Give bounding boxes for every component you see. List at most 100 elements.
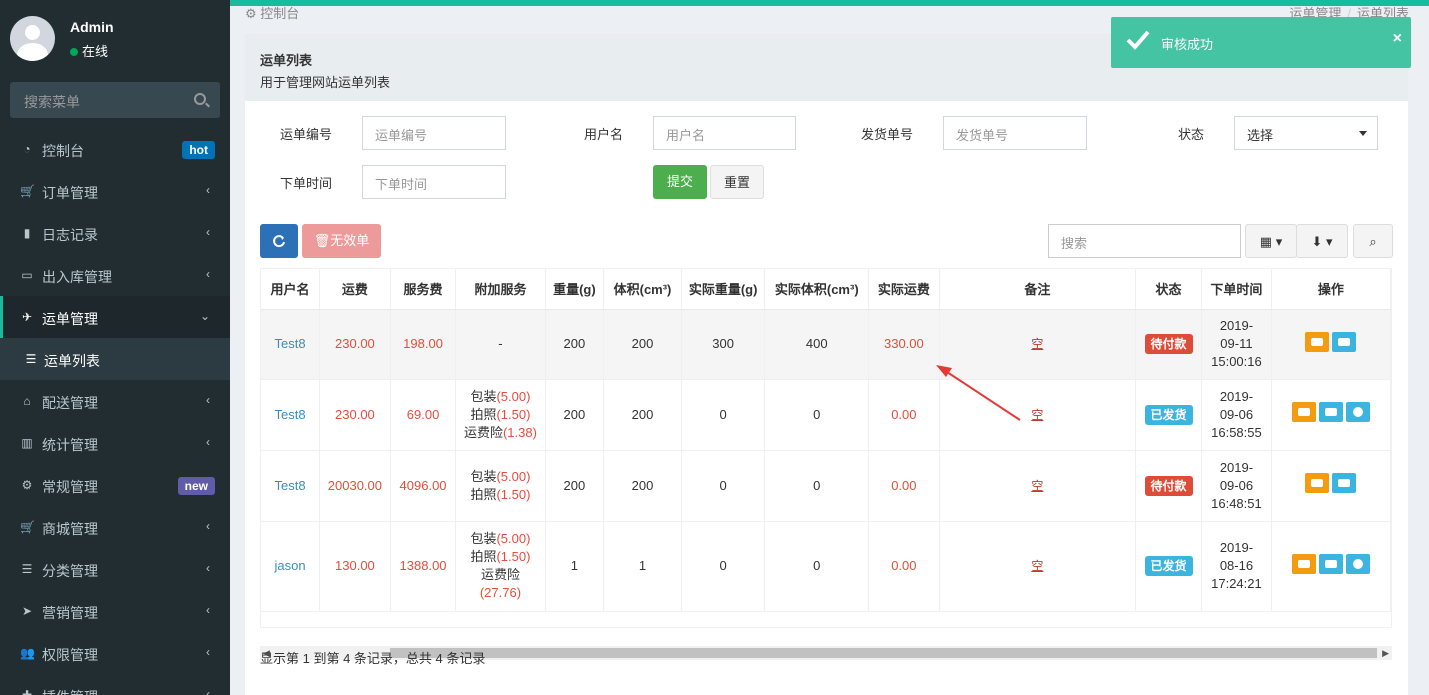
table-row: Test8 20030.00 4096.00 包装(5.00) 拍照(1.50) 200 2… xyxy=(261,450,1391,522)
search-toggle-button[interactable]: ⌕ xyxy=(1353,224,1393,258)
scroll-right-icon[interactable]: ▶ xyxy=(1382,648,1389,659)
comment-icon xyxy=(1311,479,1324,487)
sidebar-item[interactable]: ➤ 营销管理 ‹ xyxy=(0,590,230,632)
sidebar-item-label: 配送管理 xyxy=(42,395,98,411)
remark-editable[interactable]: 空 xyxy=(1031,559,1043,573)
extra-service-line: 包装(5.00) xyxy=(456,530,544,548)
freight-value: 20030.00 xyxy=(327,477,383,493)
column-header[interactable]: 用户名 xyxy=(261,269,321,310)
truck-action-button[interactable] xyxy=(1332,473,1357,493)
refresh-action-button[interactable] xyxy=(1345,553,1370,574)
service-fee-value: 4096.00 xyxy=(399,477,447,493)
username-link[interactable]: Test8 xyxy=(275,336,306,351)
cogs-icon: ⚙ xyxy=(21,478,33,492)
sidebar-item[interactable]: ▭ 出入库管理 ‹ xyxy=(0,254,230,296)
username-link[interactable]: jason xyxy=(275,558,306,573)
extra-service-line: 拍照(1.50) xyxy=(456,486,544,504)
column-header[interactable]: 状态 xyxy=(1135,269,1203,310)
extra-service-name: 包装 xyxy=(470,531,497,546)
order-time-input[interactable]: 下单时间 xyxy=(362,165,506,199)
real-volume-value: 0 xyxy=(813,558,821,573)
column-header[interactable]: 附加服务 xyxy=(455,269,546,310)
username-link[interactable]: Test8 xyxy=(275,407,306,422)
submit-button[interactable]: 提交 xyxy=(653,165,707,199)
freight-value: 230.00 xyxy=(335,336,375,351)
ship-no-label: 发货单号 xyxy=(861,127,914,142)
comment-action-button[interactable] xyxy=(1305,331,1330,352)
status-badge: 待付款 xyxy=(1144,475,1193,496)
dashboard-icon: ⚙ xyxy=(245,6,257,21)
sidebar-item[interactable]: ✈ 运单管理 ⌄ xyxy=(0,296,230,338)
column-header[interactable]: 体积(cm³) xyxy=(603,269,682,310)
column-header[interactable]: 操作 xyxy=(1271,269,1391,310)
comment-action-button[interactable] xyxy=(1291,553,1316,574)
comment-action-button[interactable] xyxy=(1291,402,1316,422)
user-name: Admin xyxy=(70,19,114,35)
reset-button[interactable]: 重置 xyxy=(710,165,764,199)
sidebar-item[interactable]: 🛒 订单管理 ‹ xyxy=(0,170,230,212)
extra-service-line: - xyxy=(456,335,544,353)
table-search-input[interactable]: 搜索 xyxy=(1048,224,1241,258)
column-header[interactable]: 运费 xyxy=(319,269,391,310)
sidebar-item[interactable]: ▮ 日志记录 ‹ xyxy=(0,212,230,254)
sidebar-item[interactable]: 👥 权限管理 ‹ xyxy=(0,632,230,674)
columns-toggle-button[interactable]: ▦ ▾ xyxy=(1245,224,1297,258)
invalid-order-button[interactable]: 🗑无效单 xyxy=(302,224,381,258)
waybill-panel: 运单列表 用于管理网站运单列表 运单编号 运单编号 用户名 用户名 发货单号 发… xyxy=(245,34,1408,695)
waybill-no-input[interactable]: 运单编号 xyxy=(362,116,506,150)
extra-service-name: 包装 xyxy=(470,388,497,404)
truck-action-button[interactable] xyxy=(1318,553,1343,574)
sidebar-item-label: 权限管理 xyxy=(42,647,98,663)
column-header[interactable]: 实际重量(g) xyxy=(681,269,766,310)
remark-editable[interactable]: 空 xyxy=(1031,337,1043,351)
column-header[interactable]: 实际运费 xyxy=(868,269,940,310)
sidebar-item[interactable]: ▥ 统计管理 ‹ xyxy=(0,422,230,464)
refresh-action-button[interactable] xyxy=(1345,402,1370,422)
chevron-left-icon: ‹ xyxy=(206,435,210,449)
weight-value: 1 xyxy=(570,558,578,573)
remark-editable[interactable]: 空 xyxy=(1031,479,1043,493)
avatar[interactable] xyxy=(10,16,55,61)
comment-action-button[interactable] xyxy=(1305,473,1330,493)
waybill-table: 用户名 运费 服务费 附加服务 重量(g) 体积(cm³) 实际重量(g) 实际体积(cm³)… xyxy=(260,268,1392,628)
truck-action-button[interactable] xyxy=(1332,331,1357,352)
service-fee-value: 69.00 xyxy=(406,406,440,422)
column-header[interactable]: 备注 xyxy=(939,269,1136,310)
user-status: 在线 xyxy=(70,41,108,60)
export-button[interactable]: ⬇ ▾ xyxy=(1296,224,1348,258)
sidebar-item[interactable]: ✚ 插件管理 ‹ xyxy=(0,674,230,695)
scrollbar-thumb[interactable] xyxy=(390,648,1377,658)
truck-icon xyxy=(1338,479,1351,487)
extra-service-line: (27.76) xyxy=(456,584,544,602)
status-select[interactable]: 选择 xyxy=(1234,116,1378,150)
username-link[interactable]: Test8 xyxy=(275,478,306,493)
sidebar-item[interactable]: ☰ 分类管理 ‹ xyxy=(0,548,230,590)
column-header[interactable]: 服务费 xyxy=(390,269,457,310)
close-icon[interactable]: × xyxy=(1393,30,1402,48)
ship-no-input[interactable]: 发货单号 xyxy=(943,116,1087,150)
username-input[interactable]: 用户名 xyxy=(653,116,796,150)
sidebar-item[interactable]: ⌂ 配送管理 ‹ xyxy=(0,380,230,422)
column-header[interactable]: 实际体积(cm³) xyxy=(764,269,870,310)
extra-service-name: 拍照 xyxy=(470,406,497,422)
search-icon[interactable] xyxy=(194,93,206,105)
breadcrumb-home[interactable]: ⚙ 控制台 xyxy=(245,3,299,22)
column-header[interactable]: 下单时间 xyxy=(1201,269,1272,310)
remark-editable[interactable]: 空 xyxy=(1031,408,1043,422)
sidebar-search-input[interactable]: 搜索菜单 xyxy=(10,82,220,118)
sidebar-item[interactable]: ◔ 控制台 hot xyxy=(0,128,230,170)
chevron-left-icon: ‹ xyxy=(206,645,210,659)
order-time-part: 2019- xyxy=(1219,459,1254,475)
dashboard-icon: ◔ xyxy=(23,142,31,156)
refresh-button[interactable] xyxy=(260,224,298,258)
menu-badge: new xyxy=(177,477,215,495)
menu-badge: hot xyxy=(182,141,215,159)
sidebar-item[interactable]: ⚙ 常规管理 new xyxy=(0,464,230,506)
sidebar-item[interactable]: 🛒 商城管理 ‹ xyxy=(0,506,230,548)
sidebar-item[interactable]: ☰ 运单列表 xyxy=(0,338,230,380)
trash-icon: 🗑 xyxy=(313,233,331,248)
truck-action-button[interactable] xyxy=(1318,402,1343,422)
column-header[interactable]: 重量(g) xyxy=(545,269,605,310)
extra-service-price: (1.38) xyxy=(502,424,537,440)
bar-chart-icon: ▥ xyxy=(21,436,33,450)
